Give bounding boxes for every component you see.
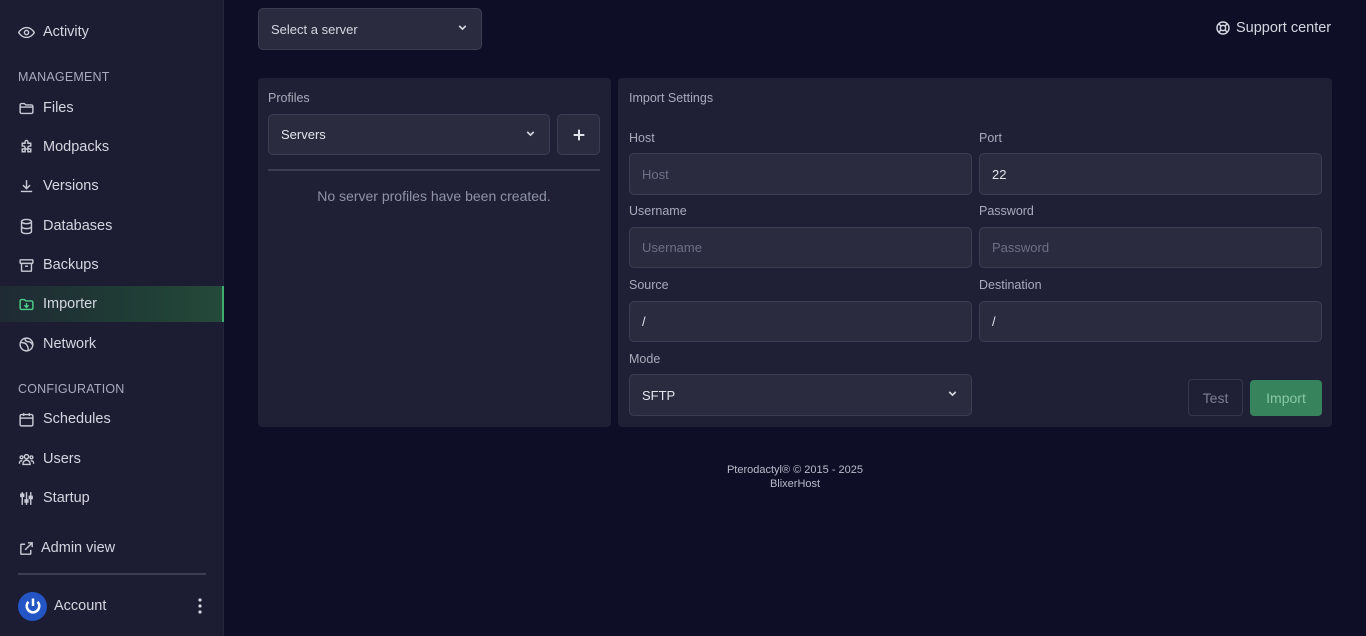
sidebar-item-activity[interactable]: Activity [0, 14, 224, 50]
globe-icon [18, 336, 35, 353]
footer-copyright: Pterodactyl® © 2015 - 2025 [726, 464, 864, 476]
sidebar-item-label: Schedules [43, 411, 111, 427]
footer: Pterodactyl® © 2015 - 2025 BlixerHost [645, 463, 945, 491]
sidebar-item-startup[interactable]: Startup [0, 480, 224, 516]
sidebar: Activity MANAGEMENT Files Modpacks Versi… [0, 0, 224, 636]
sidebar-item-users[interactable]: Users [0, 441, 224, 477]
server-select[interactable]: Select a server [258, 8, 482, 50]
sidebar-item-importer[interactable]: Importer [0, 286, 224, 322]
folder-import-icon [18, 296, 35, 313]
sidebar-item-label: Startup [43, 490, 90, 506]
lifebuoy-icon [1215, 20, 1231, 36]
sidebar-item-admin-view[interactable]: Admin view [0, 530, 224, 566]
password-label: Password [979, 204, 1034, 218]
chevron-down-icon [946, 387, 959, 403]
sliders-icon [18, 490, 35, 507]
section-label-configuration: CONFIGURATION [18, 382, 125, 396]
password-input[interactable] [979, 227, 1322, 268]
external-link-icon [18, 540, 35, 557]
power-icon [25, 598, 40, 614]
account-row[interactable]: Account [18, 590, 208, 622]
sidebar-item-label: Importer [43, 296, 97, 312]
database-icon [18, 218, 35, 235]
mode-select-value: SFTP [642, 387, 676, 403]
server-select-label: Select a server [271, 21, 358, 37]
plus-icon [573, 129, 584, 140]
sidebar-item-files[interactable]: Files [0, 90, 224, 126]
mode-select[interactable]: SFTP [629, 374, 972, 416]
empty-profiles-message: No server profiles have been created. [317, 188, 551, 204]
sidebar-item-databases[interactable]: Databases [0, 208, 224, 244]
support-center-label: Support center [1236, 20, 1332, 36]
sidebar-item-label: Network [43, 336, 97, 352]
sidebar-item-label: Files [43, 100, 74, 116]
account-label: Account [54, 598, 107, 614]
archive-icon [18, 257, 35, 274]
sidebar-item-backups[interactable]: Backups [0, 247, 224, 283]
sidebar-item-schedules[interactable]: Schedules [0, 401, 224, 437]
sidebar-item-label: Activity [43, 24, 89, 40]
import-button[interactable]: Import [1250, 380, 1322, 416]
sidebar-item-versions[interactable]: Versions [0, 168, 224, 204]
section-label-management: MANAGEMENT [18, 70, 110, 84]
host-label: Host [629, 131, 655, 145]
source-input[interactable] [629, 301, 972, 342]
profiles-select[interactable]: Servers [268, 114, 550, 155]
chevron-down-icon [456, 21, 469, 37]
username-label: Username [629, 204, 687, 218]
destination-input[interactable] [979, 301, 1322, 342]
profiles-divider [268, 169, 600, 171]
sidebar-item-label: Versions [43, 178, 99, 194]
avatar [18, 591, 47, 621]
port-label: Port [979, 131, 1002, 145]
host-input[interactable] [629, 153, 972, 195]
port-input[interactable] [979, 153, 1322, 195]
users-icon [18, 451, 35, 468]
chevron-down-icon [524, 127, 537, 143]
sidebar-item-label: Admin view [41, 540, 116, 556]
folder-icon [18, 100, 35, 117]
sidebar-item-label: Users [43, 451, 81, 467]
footer-brand: BlixerHost [769, 478, 821, 490]
username-input[interactable] [629, 227, 972, 268]
profiles-title: Profiles [268, 91, 310, 105]
sidebar-divider [18, 573, 206, 575]
calendar-icon [18, 411, 35, 428]
test-button[interactable]: Test [1188, 379, 1243, 416]
source-label: Source [629, 278, 669, 292]
support-center-link[interactable]: Support center [1215, 20, 1331, 36]
puzzle-icon [18, 139, 35, 156]
sidebar-item-label: Backups [43, 257, 99, 273]
download-icon [18, 178, 35, 195]
destination-label: Destination [979, 278, 1042, 292]
sidebar-item-network[interactable]: Network [0, 326, 224, 362]
more-vertical-icon[interactable] [192, 596, 208, 616]
profiles-select-value: Servers [281, 127, 326, 142]
sidebar-item-modpacks[interactable]: Modpacks [0, 129, 224, 165]
import-settings-title: Import Settings [629, 91, 714, 105]
add-profile-button[interactable] [557, 114, 600, 155]
sidebar-item-label: Databases [43, 218, 113, 234]
mode-label: Mode [629, 352, 661, 366]
eye-icon [18, 24, 35, 41]
sidebar-item-label: Modpacks [43, 139, 110, 155]
